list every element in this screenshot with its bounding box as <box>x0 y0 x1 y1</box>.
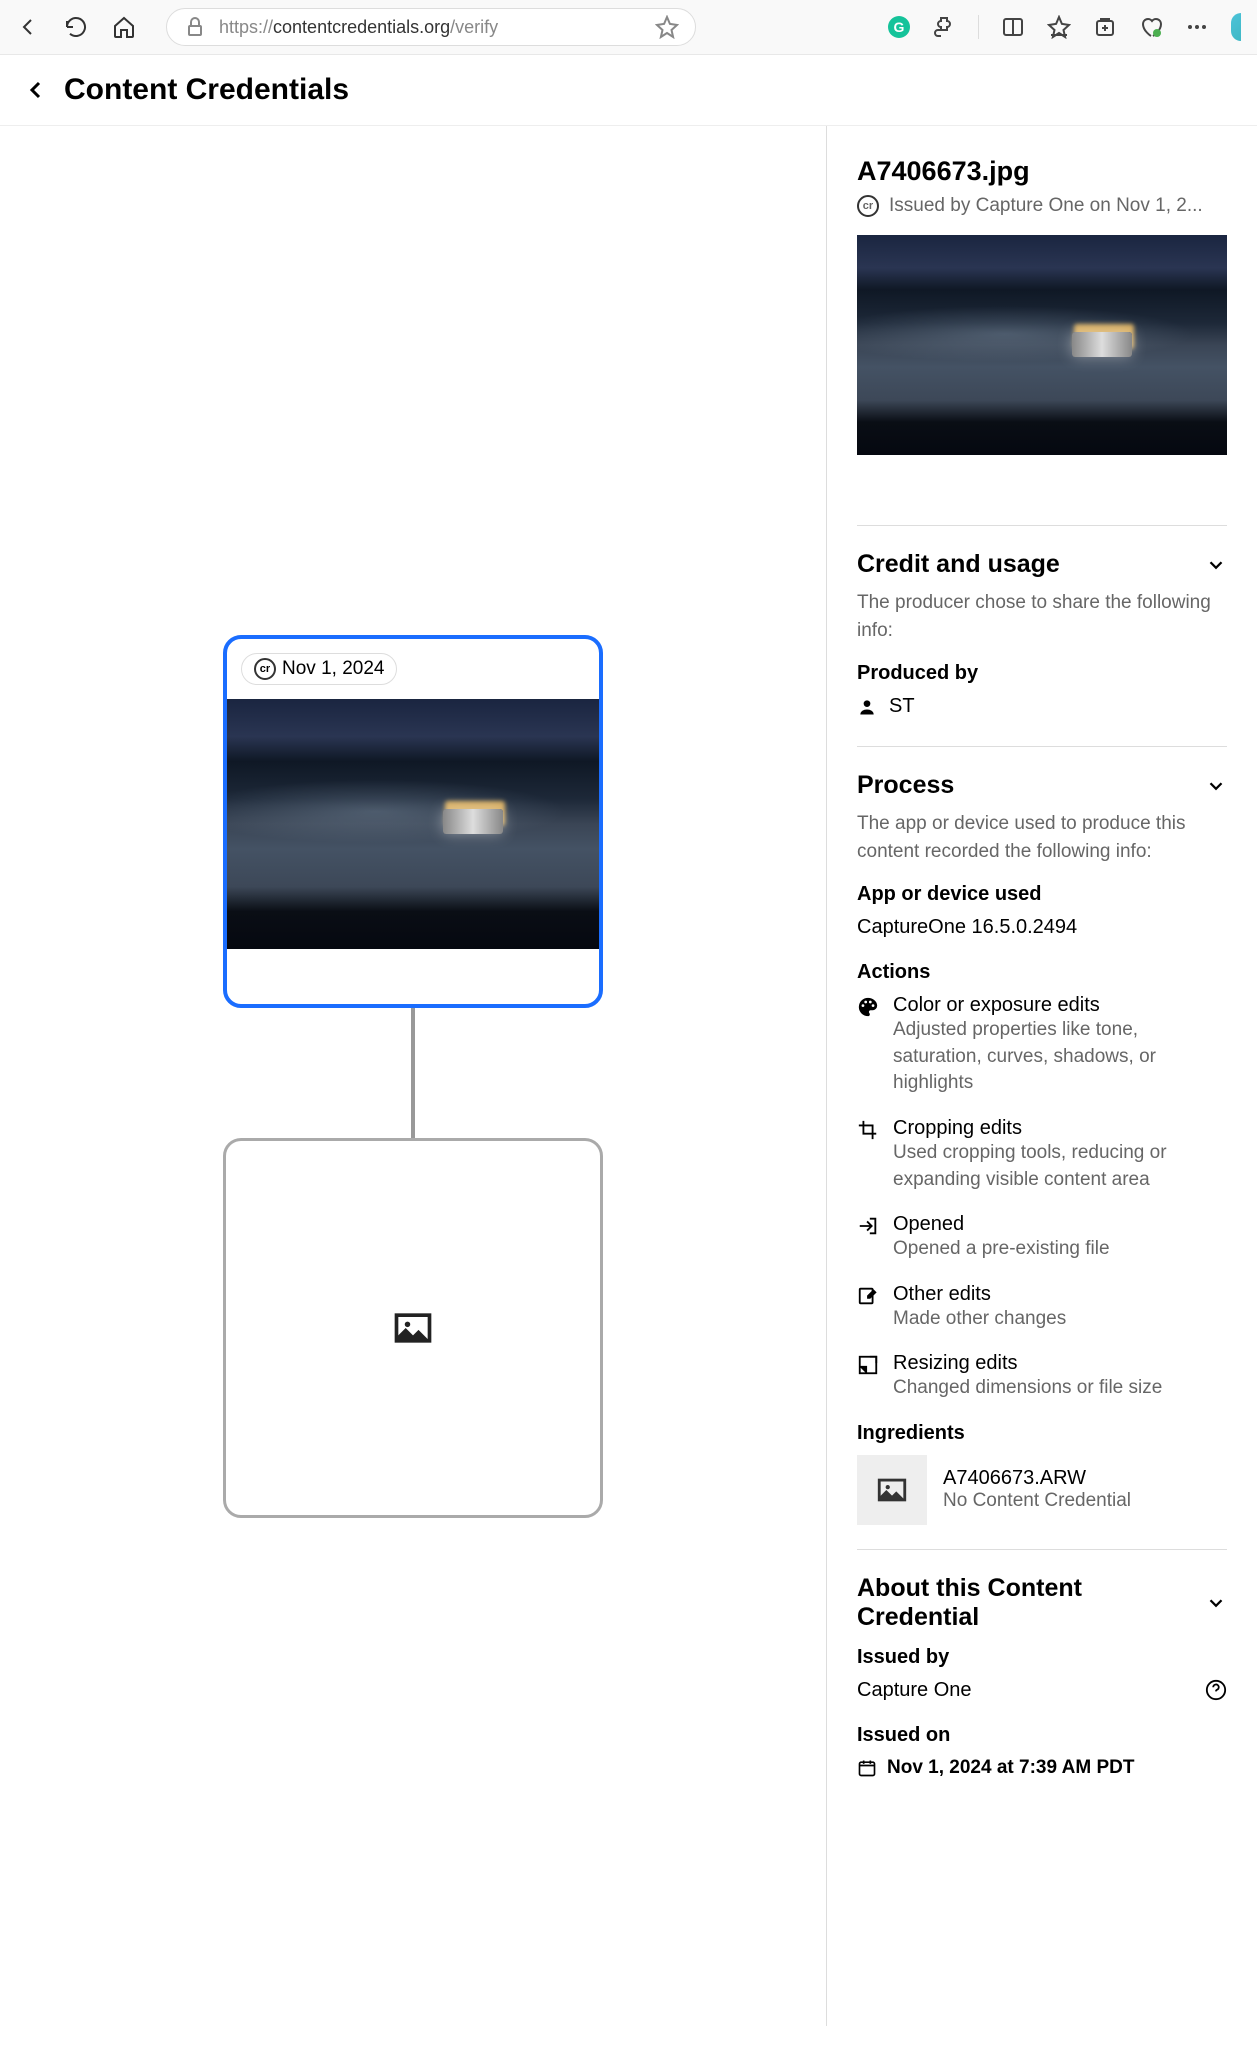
detail-panel: A7406673.jpg cr Issued by Capture One on… <box>827 126 1257 2026</box>
process-title: Process <box>857 771 954 800</box>
reload-icon[interactable] <box>64 15 88 39</box>
producer-row: ST <box>857 695 1227 718</box>
address-bar[interactable]: https://contentcredentials.org/verify <box>166 8 696 46</box>
collections-icon[interactable] <box>1093 15 1117 39</box>
ingredient-name: A7406673.ARW <box>943 1467 1131 1490</box>
separator <box>978 15 979 39</box>
graph-node-active[interactable]: cr Nov 1, 2024 <box>223 635 603 1008</box>
issued-by-label: Issued by <box>857 1646 1227 1669</box>
ingredients-label: Ingredients <box>857 1422 1227 1445</box>
profile-avatar[interactable] <box>1231 13 1241 41</box>
action-desc: Adjusted properties like tone, saturatio… <box>893 1017 1227 1097</box>
browser-toolbar: https://contentcredentials.org/verify G <box>0 0 1257 55</box>
star-icon[interactable] <box>655 15 679 39</box>
chevron-down-icon[interactable] <box>1205 1592 1227 1614</box>
issued-on-value: Nov 1, 2024 at 7:39 AM PDT <box>887 1757 1134 1779</box>
extensions-icon[interactable] <box>932 15 956 39</box>
section-credit: Credit and usage The producer chose to s… <box>857 525 1227 746</box>
issued-summary: cr Issued by Capture One on Nov 1, 2... <box>857 195 1227 217</box>
ingredient-thumb <box>857 1455 927 1525</box>
cr-badge-icon: cr <box>254 658 276 680</box>
node-date: Nov 1, 2024 <box>282 658 384 680</box>
app-name: CaptureOne 16.5.0.2494 <box>857 916 1227 939</box>
ingredient-sub: No Content Credential <box>943 1490 1131 1512</box>
date-chip: cr Nov 1, 2024 <box>241 653 397 685</box>
favorites-icon[interactable] <box>1047 15 1071 39</box>
calendar-icon <box>857 1758 877 1778</box>
action-desc: Used cropping tools, reducing or expandi… <box>893 1140 1227 1193</box>
open-icon <box>857 1215 879 1263</box>
page-header: Content Credentials <box>0 55 1257 126</box>
about-title: About this Content Credential <box>857 1574 1137 1632</box>
person-icon <box>857 697 877 717</box>
back-chevron-icon[interactable] <box>24 78 48 102</box>
edit-icon <box>857 1285 879 1333</box>
graph-connector <box>411 1008 415 1138</box>
action-title: Other edits <box>893 1283 1066 1306</box>
help-icon[interactable] <box>1205 1679 1227 1701</box>
action-item: Cropping editsUsed cropping tools, reduc… <box>857 1117 1227 1193</box>
split-screen-icon[interactable] <box>1001 15 1025 39</box>
back-icon[interactable] <box>16 15 40 39</box>
image-placeholder-icon <box>391 1306 435 1350</box>
more-icon[interactable] <box>1185 15 1209 39</box>
action-item: Resizing editsChanged dimensions or file… <box>857 1352 1227 1402</box>
ingredient-row[interactable]: A7406673.ARW No Content Credential <box>857 1455 1227 1525</box>
action-item: Other editsMade other changes <box>857 1283 1227 1333</box>
producer-name: ST <box>889 695 915 718</box>
issued-by-value: Capture One <box>857 1679 972 1702</box>
heart-health-icon[interactable] <box>1139 15 1163 39</box>
action-item: OpenedOpened a pre-existing file <box>857 1213 1227 1263</box>
section-about: About this Content Credential Issued by … <box>857 1549 1227 1803</box>
actions-label: Actions <box>857 961 1227 984</box>
action-title: Resizing edits <box>893 1352 1162 1375</box>
action-desc: Changed dimensions or file size <box>893 1375 1162 1402</box>
chevron-down-icon[interactable] <box>1205 554 1227 576</box>
credit-title: Credit and usage <box>857 550 1060 579</box>
process-desc: The app or device used to produce this c… <box>857 810 1227 865</box>
grammarly-icon[interactable]: G <box>888 16 910 38</box>
action-title: Cropping edits <box>893 1117 1227 1140</box>
page-title: Content Credentials <box>64 73 349 107</box>
action-item: Color or exposure editsAdjusted properti… <box>857 994 1227 1097</box>
resize-icon <box>857 1354 879 1402</box>
palette-icon <box>857 996 879 1097</box>
action-title: Color or exposure edits <box>893 994 1227 1017</box>
action-desc: Made other changes <box>893 1306 1066 1333</box>
cr-badge-icon: cr <box>857 195 879 217</box>
app-label: App or device used <box>857 883 1227 906</box>
action-title: Opened <box>893 1213 1110 1236</box>
image-icon <box>875 1473 909 1507</box>
lock-icon <box>183 15 207 39</box>
credit-desc: The producer chose to share the followin… <box>857 589 1227 644</box>
provenance-graph: cr Nov 1, 2024 <box>0 126 827 2026</box>
node-thumbnail <box>227 699 599 949</box>
chevron-down-icon[interactable] <box>1205 775 1227 797</box>
crop-icon <box>857 1119 879 1193</box>
url-text: https://contentcredentials.org/verify <box>219 17 643 38</box>
home-icon[interactable] <box>112 15 136 39</box>
graph-node-placeholder[interactable] <box>223 1138 603 1518</box>
produced-by-label: Produced by <box>857 662 1227 685</box>
action-desc: Opened a pre-existing file <box>893 1236 1110 1263</box>
file-title: A7406673.jpg <box>857 156 1227 187</box>
issued-on-label: Issued on <box>857 1724 1227 1747</box>
preview-image <box>857 235 1227 455</box>
section-process: Process The app or device used to produc… <box>857 746 1227 1549</box>
